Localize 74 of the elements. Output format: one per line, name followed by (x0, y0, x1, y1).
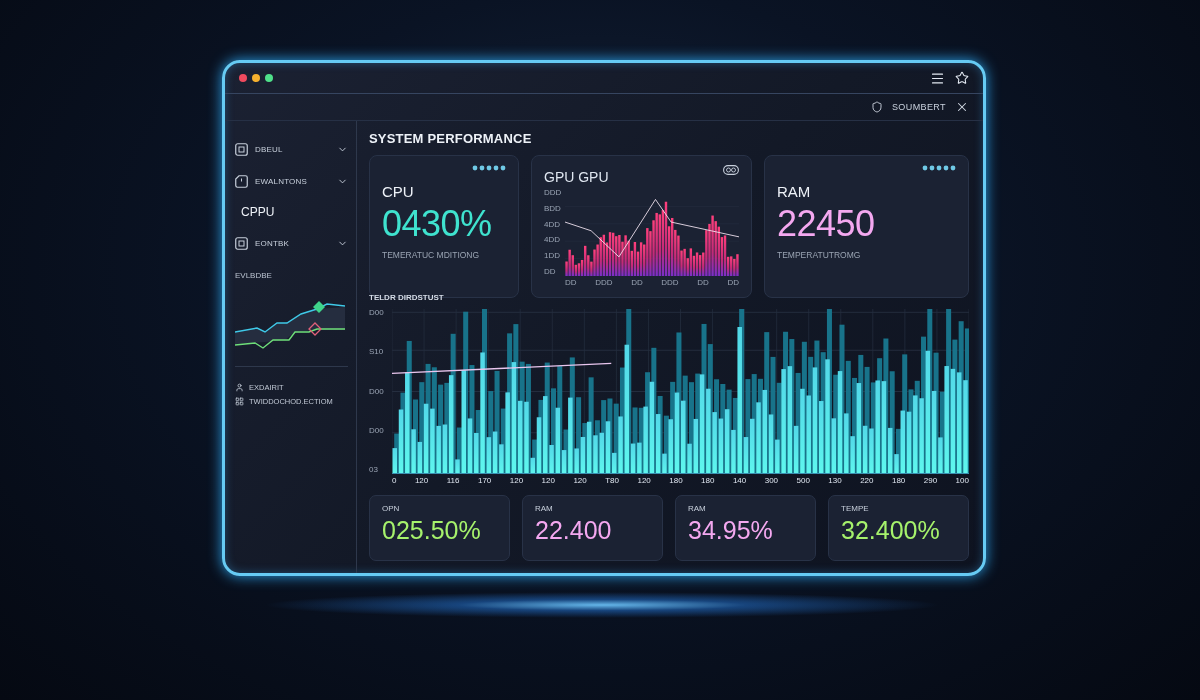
stat-label: RAM (688, 504, 707, 513)
square-icon (235, 142, 248, 156)
account-label: SOUMBERT (891, 102, 946, 112)
person-icon (235, 383, 244, 392)
sidebar-item[interactable]: EWALNTONS (235, 171, 348, 191)
axis-label: 500 (796, 477, 810, 487)
chart-label: EVLBDBE (235, 271, 273, 280)
axis-label: 120 (573, 477, 587, 487)
grid-icon (235, 397, 244, 406)
stat-label: RAM (535, 504, 554, 513)
axis-label: D00 (369, 426, 385, 435)
axis-label: 180 (701, 477, 715, 487)
pill-icon[interactable] (723, 165, 739, 175)
axis-label: 180 (669, 477, 683, 487)
axis-label: 116 (446, 477, 460, 487)
stat-value: 0430% (382, 204, 493, 244)
stat-caption: TEMERATUC MDITIONG (382, 249, 481, 260)
chart-title: TELDR DIRDSTUST (369, 293, 445, 304)
clipboard-icon (235, 174, 248, 188)
axis-label: 120 (637, 477, 651, 487)
dots-icon (472, 165, 506, 171)
axis-label: 300 (764, 477, 779, 487)
axis-label: DD (565, 279, 577, 289)
axis-label: 120 (414, 477, 429, 487)
axis-label: 140 (732, 477, 747, 487)
stat-label: TEMPE (841, 504, 870, 513)
axis-label: 4DD (544, 236, 561, 245)
axis-label: 290 (923, 477, 938, 487)
menu-icon[interactable] (930, 70, 945, 86)
axis-label: D00 (369, 387, 385, 396)
window-dot-icon[interactable] (265, 74, 273, 82)
stat-value: 34.95% (688, 516, 774, 545)
axis-label: 130 (828, 477, 842, 487)
dashboard-title: SYSTEM PERFORMANCE (369, 131, 533, 147)
stat-label: RAM (777, 183, 812, 200)
window-dot-icon[interactable] (252, 74, 260, 82)
axis-label: 100 (955, 477, 969, 487)
close-icon[interactable] (955, 100, 969, 114)
axis-label: DD (727, 279, 739, 289)
dots-icon (922, 165, 956, 171)
axis-label: BDD (544, 204, 562, 213)
shield-icon (870, 101, 883, 113)
axis-label: DDD (595, 279, 613, 289)
sidebar-item[interactable]: DBEUL (235, 139, 348, 159)
axis-label: 1DD (544, 252, 561, 261)
axis-label: 180 (891, 477, 906, 487)
axis-label: 4DD (544, 220, 561, 229)
axis-label: 0 (392, 477, 397, 487)
window-dot-icon[interactable] (239, 74, 247, 82)
axis-label: S10 (369, 348, 385, 357)
axis-label: DDD (661, 279, 679, 289)
axis-label: 120 (509, 477, 524, 487)
axis-label: D00 (369, 309, 385, 317)
sidebar-item[interactable]: EONTBK (235, 233, 348, 253)
axis-label: 170 (477, 477, 492, 487)
axis-label: DD (697, 279, 709, 289)
axis-label: 03 (369, 466, 379, 474)
stat-value: 32.400% (841, 516, 941, 545)
axis-label: DDD (544, 189, 562, 197)
stat-caption: TEMPERATUTROMG (777, 249, 862, 260)
axis-label: 220 (860, 477, 874, 487)
star-icon[interactable] (955, 71, 969, 85)
stat-value: 22450 (777, 204, 876, 244)
sidebar-heading: CPPU (240, 204, 276, 221)
stat-label: CPU (382, 183, 415, 200)
chart-title: GPU GPU (544, 169, 609, 185)
stat-value: 025.50% (382, 516, 482, 545)
axis-label: DD (631, 279, 643, 289)
stat-value: 22.400 (535, 516, 613, 545)
axis-label: T80 (605, 477, 619, 487)
axis-label: DD (544, 268, 557, 276)
axis-label: 120 (541, 477, 555, 487)
square-icon (235, 236, 248, 250)
stat-label: OPN (382, 504, 401, 513)
